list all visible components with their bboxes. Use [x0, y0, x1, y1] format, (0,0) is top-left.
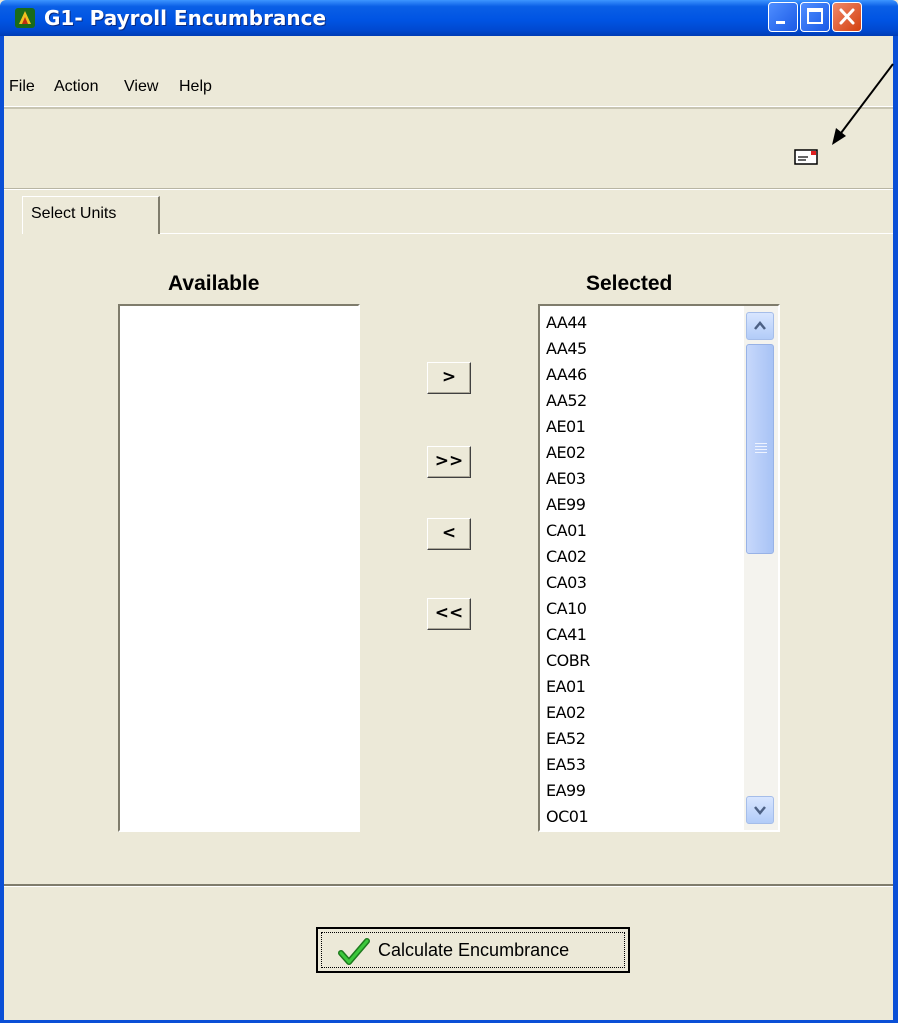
tab-label: Select Units	[31, 205, 117, 222]
minimize-icon	[776, 21, 785, 24]
calculate-button-label: Calculate Encumbrance	[378, 940, 570, 960]
list-item[interactable]: EA99	[546, 778, 590, 804]
menu-file[interactable]: File	[9, 78, 35, 96]
available-heading: Available	[168, 272, 260, 295]
close-button[interactable]	[832, 2, 862, 32]
add-all-button-label: >>	[434, 451, 464, 471]
window-title: G1- Payroll Encumbrance	[44, 6, 327, 30]
remove-button-label: <	[441, 523, 457, 543]
title-bar[interactable]: G1- Payroll Encumbrance	[0, 0, 898, 36]
window-border-left	[0, 36, 4, 1023]
main-window: G1- Payroll Encumbrance File Action View…	[0, 0, 898, 1023]
menu-help[interactable]: Help	[179, 78, 212, 96]
list-item[interactable]: CA10	[546, 596, 590, 622]
maximize-button[interactable]	[800, 2, 830, 32]
selected-listbox[interactable]: AA44 AA45 AA46 AA52 AE01 AE02 AE03 AE99 CA01 CA02…	[538, 304, 780, 832]
list-item[interactable]: AE02	[546, 440, 590, 466]
add-button[interactable]: >	[427, 362, 471, 394]
list-item[interactable]: CA03	[546, 570, 590, 596]
minimize-button[interactable]	[768, 2, 798, 32]
thumb-grip	[755, 452, 767, 453]
scroll-up-button[interactable]	[746, 312, 774, 340]
add-button-label: >	[441, 367, 457, 387]
list-item[interactable]: EA01	[546, 674, 590, 700]
list-item[interactable]: COBR	[546, 648, 590, 674]
list-item[interactable]: AA52	[546, 388, 590, 414]
maximize-icon	[807, 8, 823, 24]
list-item[interactable]: AE99	[546, 492, 590, 518]
thumb-grip	[755, 443, 767, 444]
list-item[interactable]: EA52	[546, 726, 590, 752]
available-listbox[interactable]	[118, 304, 360, 832]
bottom-separator-highlight	[0, 886, 898, 887]
scroll-thumb[interactable]	[746, 344, 774, 554]
list-item[interactable]: OC01	[546, 804, 590, 830]
menu-action[interactable]: Action	[54, 78, 98, 96]
menu-view[interactable]: View	[124, 78, 158, 96]
remove-all-button[interactable]: <<	[427, 598, 471, 630]
remove-all-button-label: <<	[434, 603, 464, 623]
checkmark-icon	[338, 938, 370, 965]
list-item[interactable]: AE01	[546, 414, 590, 440]
selected-list-items: AA44 AA45 AA46 AA52 AE01 AE02 AE03 AE99 CA01 CA02…	[546, 310, 590, 830]
list-item[interactable]: EA02	[546, 700, 590, 726]
list-item[interactable]: CA01	[546, 518, 590, 544]
thumb-grip	[755, 449, 767, 450]
list-item[interactable]: AA46	[546, 362, 590, 388]
list-item[interactable]: AA44	[546, 310, 590, 336]
remove-button[interactable]: <	[427, 518, 471, 550]
selected-heading: Selected	[586, 272, 673, 295]
close-icon	[839, 8, 855, 25]
tab-strip-line	[160, 233, 898, 234]
thumb-grip	[755, 446, 767, 447]
add-all-button[interactable]: >>	[427, 446, 471, 478]
list-item[interactable]: CA41	[546, 622, 590, 648]
list-item[interactable]: CA02	[546, 544, 590, 570]
app-logo-icon	[15, 8, 35, 28]
chevron-up-icon	[754, 321, 766, 330]
tab-select-units[interactable]: Select Units	[22, 196, 160, 234]
window-border-right	[893, 36, 898, 1023]
scroll-down-button[interactable]	[746, 796, 774, 824]
menu-bar: File Action View Help	[0, 36, 898, 107]
list-item[interactable]: AE03	[546, 466, 590, 492]
menu-separator	[0, 107, 898, 109]
toolbar-separator-highlight	[0, 189, 898, 190]
list-item[interactable]: AA45	[546, 336, 590, 362]
envelope-icon[interactable]	[794, 148, 818, 166]
selected-scrollbar[interactable]	[744, 306, 778, 830]
calculate-encumbrance-button[interactable]: Calculate Encumbrance	[316, 927, 630, 973]
list-item[interactable]: EA53	[546, 752, 590, 778]
chevron-down-icon	[754, 806, 766, 815]
